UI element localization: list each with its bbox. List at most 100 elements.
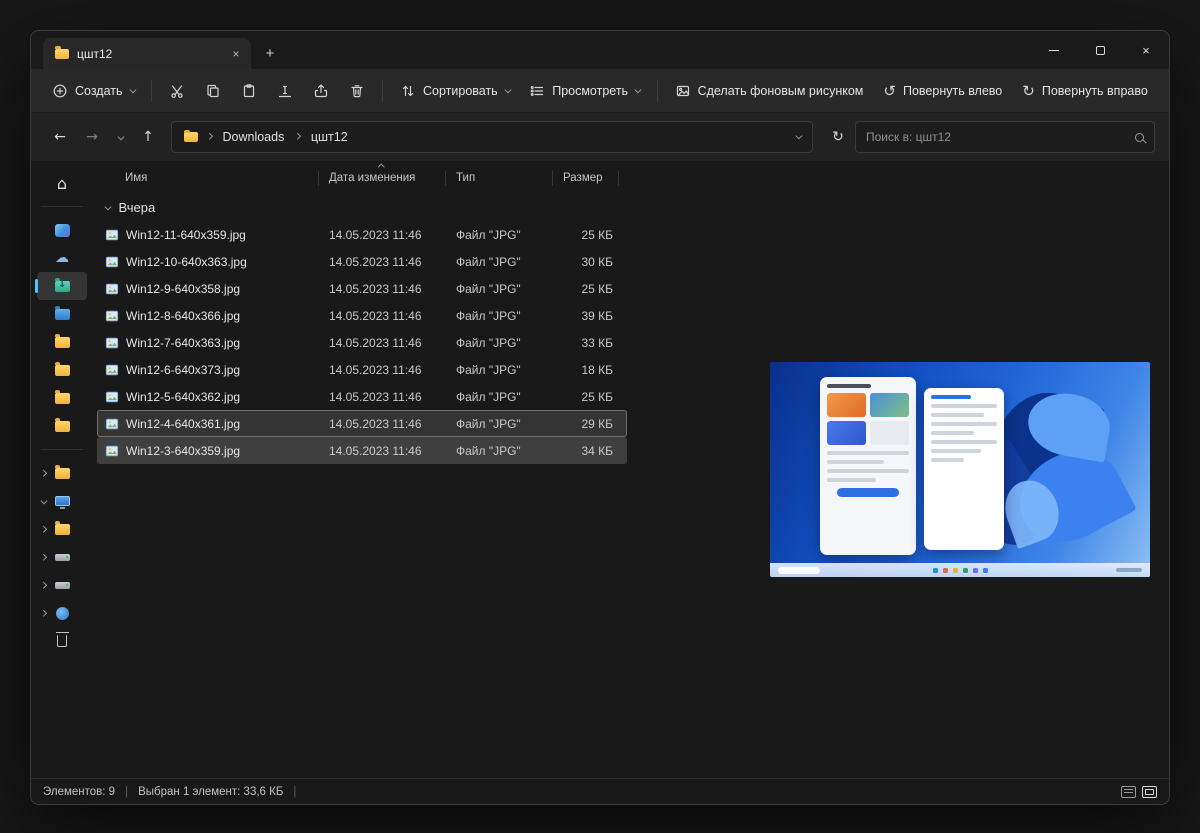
new-tab-button[interactable]: + bbox=[257, 40, 283, 66]
sidebar-item-folder-1[interactable] bbox=[37, 328, 87, 356]
folder-4-icon bbox=[54, 418, 70, 432]
column-header-type[interactable]: Тип bbox=[446, 170, 553, 186]
navigation-bar: ← → ↑ Downloads цшт12 ↻ bbox=[31, 113, 1169, 161]
column-header-date[interactable]: Дата изменения bbox=[319, 163, 446, 186]
share-button[interactable] bbox=[304, 76, 338, 106]
sidebar-item-folder-3[interactable] bbox=[37, 384, 87, 412]
rotate-left-icon: ↺ bbox=[883, 81, 896, 100]
search-input[interactable] bbox=[866, 130, 1127, 144]
view-list-icon bbox=[530, 85, 544, 96]
sidebar-item-tree-folder[interactable] bbox=[37, 459, 87, 487]
maximize-button[interactable] bbox=[1077, 31, 1123, 69]
command-bar: Создать Сортировать Просмотреть Сделать … bbox=[31, 69, 1169, 113]
file-row[interactable]: Win12-5-640x362.jpg 14.05.2023 11:46 Фай… bbox=[97, 383, 627, 410]
file-size: 18 КБ bbox=[581, 362, 613, 377]
delete-button[interactable] bbox=[340, 76, 374, 106]
set-wallpaper-button[interactable]: Сделать фоновым рисунком bbox=[666, 76, 873, 106]
sidebar-item-pictures[interactable] bbox=[37, 300, 87, 328]
sidebar-item-tree-1[interactable] bbox=[37, 515, 87, 543]
chevron-down-icon bbox=[40, 497, 48, 504]
file-date: 14.05.2023 11:46 bbox=[329, 362, 422, 377]
view-button[interactable]: Просмотреть bbox=[520, 76, 648, 106]
breadcrumb-current[interactable]: цшт12 bbox=[309, 128, 350, 146]
rotate-left-button[interactable]: ↺ Повернуть влево bbox=[874, 77, 1011, 105]
sidebar-item-recycle-bin[interactable] bbox=[37, 627, 87, 655]
drive-2-icon bbox=[54, 581, 70, 589]
sidebar-item-network[interactable] bbox=[37, 599, 87, 627]
main-area: ⌂ ☁ Имя Дата изменения Тип Размер Вчера bbox=[31, 161, 1169, 778]
chevron-right-icon bbox=[40, 525, 47, 533]
jpg-file-icon bbox=[105, 391, 119, 402]
refresh-button[interactable]: ↻ bbox=[823, 122, 853, 152]
file-size: 33 КБ bbox=[581, 335, 613, 350]
view-toggles bbox=[1121, 785, 1157, 798]
file-date: 14.05.2023 11:46 bbox=[329, 254, 422, 269]
recent-locations-button[interactable] bbox=[109, 122, 131, 152]
file-row[interactable]: Win12-6-640x373.jpg 14.05.2023 11:46 Фай… bbox=[97, 356, 627, 383]
sidebar-item-drive-1[interactable] bbox=[37, 543, 87, 571]
sidebar-item-folder-4[interactable] bbox=[37, 412, 87, 440]
cut-button[interactable] bbox=[160, 76, 194, 106]
file-size: 34 КБ bbox=[581, 443, 613, 458]
file-name: Win12-6-640x373.jpg bbox=[126, 362, 241, 377]
tab-current[interactable]: цшт12 × bbox=[43, 38, 251, 69]
jpg-file-icon bbox=[105, 337, 119, 348]
sidebar-item-home[interactable]: ⌂ bbox=[37, 169, 87, 197]
file-rows: Win12-11-640x359.jpg 14.05.2023 11:46 Фа… bbox=[97, 221, 751, 464]
file-name: Win12-9-640x358.jpg bbox=[126, 281, 241, 296]
file-row[interactable]: Win12-3-640x359.jpg 14.05.2023 11:46 Фай… bbox=[97, 437, 627, 464]
rotate-right-button[interactable]: ↻ Повернуть вправо bbox=[1013, 77, 1157, 105]
group-header-yesterday[interactable]: Вчера bbox=[97, 193, 751, 221]
file-row[interactable]: Win12-4-640x361.jpg 14.05.2023 11:46 Фай… bbox=[97, 410, 627, 437]
details-view-toggle[interactable] bbox=[1121, 785, 1136, 798]
file-row[interactable]: Win12-11-640x359.jpg 14.05.2023 11:46 Фа… bbox=[97, 221, 627, 248]
paste-icon bbox=[243, 83, 255, 97]
file-date: 14.05.2023 11:46 bbox=[329, 443, 422, 458]
file-size: 25 КБ bbox=[581, 389, 613, 404]
rename-button[interactable] bbox=[268, 76, 302, 106]
back-button[interactable]: ← bbox=[45, 122, 75, 152]
sidebar-item-drive-2[interactable] bbox=[37, 571, 87, 599]
file-type: Файл "JPG" bbox=[456, 227, 521, 242]
forward-button[interactable]: → bbox=[77, 122, 107, 152]
sort-button[interactable]: Сортировать bbox=[391, 76, 518, 106]
scissors-icon bbox=[171, 84, 183, 98]
minimize-button[interactable] bbox=[1031, 31, 1077, 69]
trash-icon bbox=[351, 84, 363, 97]
file-row[interactable]: Win12-9-640x358.jpg 14.05.2023 11:46 Фай… bbox=[97, 275, 627, 302]
thumbnail-view-toggle[interactable] bbox=[1142, 785, 1157, 798]
this-pc-icon bbox=[54, 496, 70, 509]
sidebar-item-folder-2[interactable] bbox=[37, 356, 87, 384]
file-row[interactable]: Win12-10-640x363.jpg 14.05.2023 11:46 Фа… bbox=[97, 248, 627, 275]
file-size: 39 КБ bbox=[581, 308, 613, 323]
preview-pane bbox=[751, 161, 1169, 778]
chevron-right-icon bbox=[40, 609, 47, 617]
jpg-file-icon bbox=[105, 310, 119, 321]
file-name: Win12-10-640x363.jpg bbox=[126, 254, 247, 269]
breadcrumb-downloads[interactable]: Downloads bbox=[221, 128, 287, 146]
paste-button[interactable] bbox=[232, 76, 266, 106]
address-bar[interactable]: Downloads цшт12 bbox=[171, 121, 813, 153]
file-row[interactable]: Win12-7-640x363.jpg 14.05.2023 11:46 Фай… bbox=[97, 329, 627, 356]
column-header-size[interactable]: Размер bbox=[553, 170, 619, 186]
file-row[interactable]: Win12-8-640x366.jpg 14.05.2023 11:46 Фай… bbox=[97, 302, 627, 329]
column-header-name[interactable]: Имя bbox=[97, 170, 319, 186]
sidebar-item-downloads[interactable] bbox=[35, 272, 87, 300]
tab-close-icon[interactable]: × bbox=[227, 45, 245, 63]
up-button[interactable]: ↑ bbox=[133, 122, 163, 152]
toolbar-separator bbox=[151, 79, 153, 102]
address-dropdown-icon[interactable] bbox=[795, 132, 802, 139]
sidebar-item-gallery[interactable] bbox=[37, 216, 87, 244]
file-name-cell: Win12-10-640x363.jpg bbox=[97, 255, 319, 269]
close-button[interactable]: × bbox=[1123, 31, 1169, 69]
file-date: 14.05.2023 11:46 bbox=[329, 389, 422, 404]
create-button[interactable]: Создать bbox=[43, 76, 143, 106]
sidebar-item-onedrive[interactable]: ☁ bbox=[37, 244, 87, 272]
copy-button[interactable] bbox=[196, 76, 230, 106]
jpg-file-icon bbox=[105, 364, 119, 375]
chevron-down-icon bbox=[634, 86, 642, 93]
sidebar-item-this-pc[interactable] bbox=[37, 487, 87, 515]
more-button[interactable]: ⋯ bbox=[1159, 76, 1170, 106]
status-bar: Элементов: 9 | Выбран 1 элемент: 33,6 КБ… bbox=[31, 778, 1169, 804]
tree-folder-icon bbox=[54, 465, 70, 479]
